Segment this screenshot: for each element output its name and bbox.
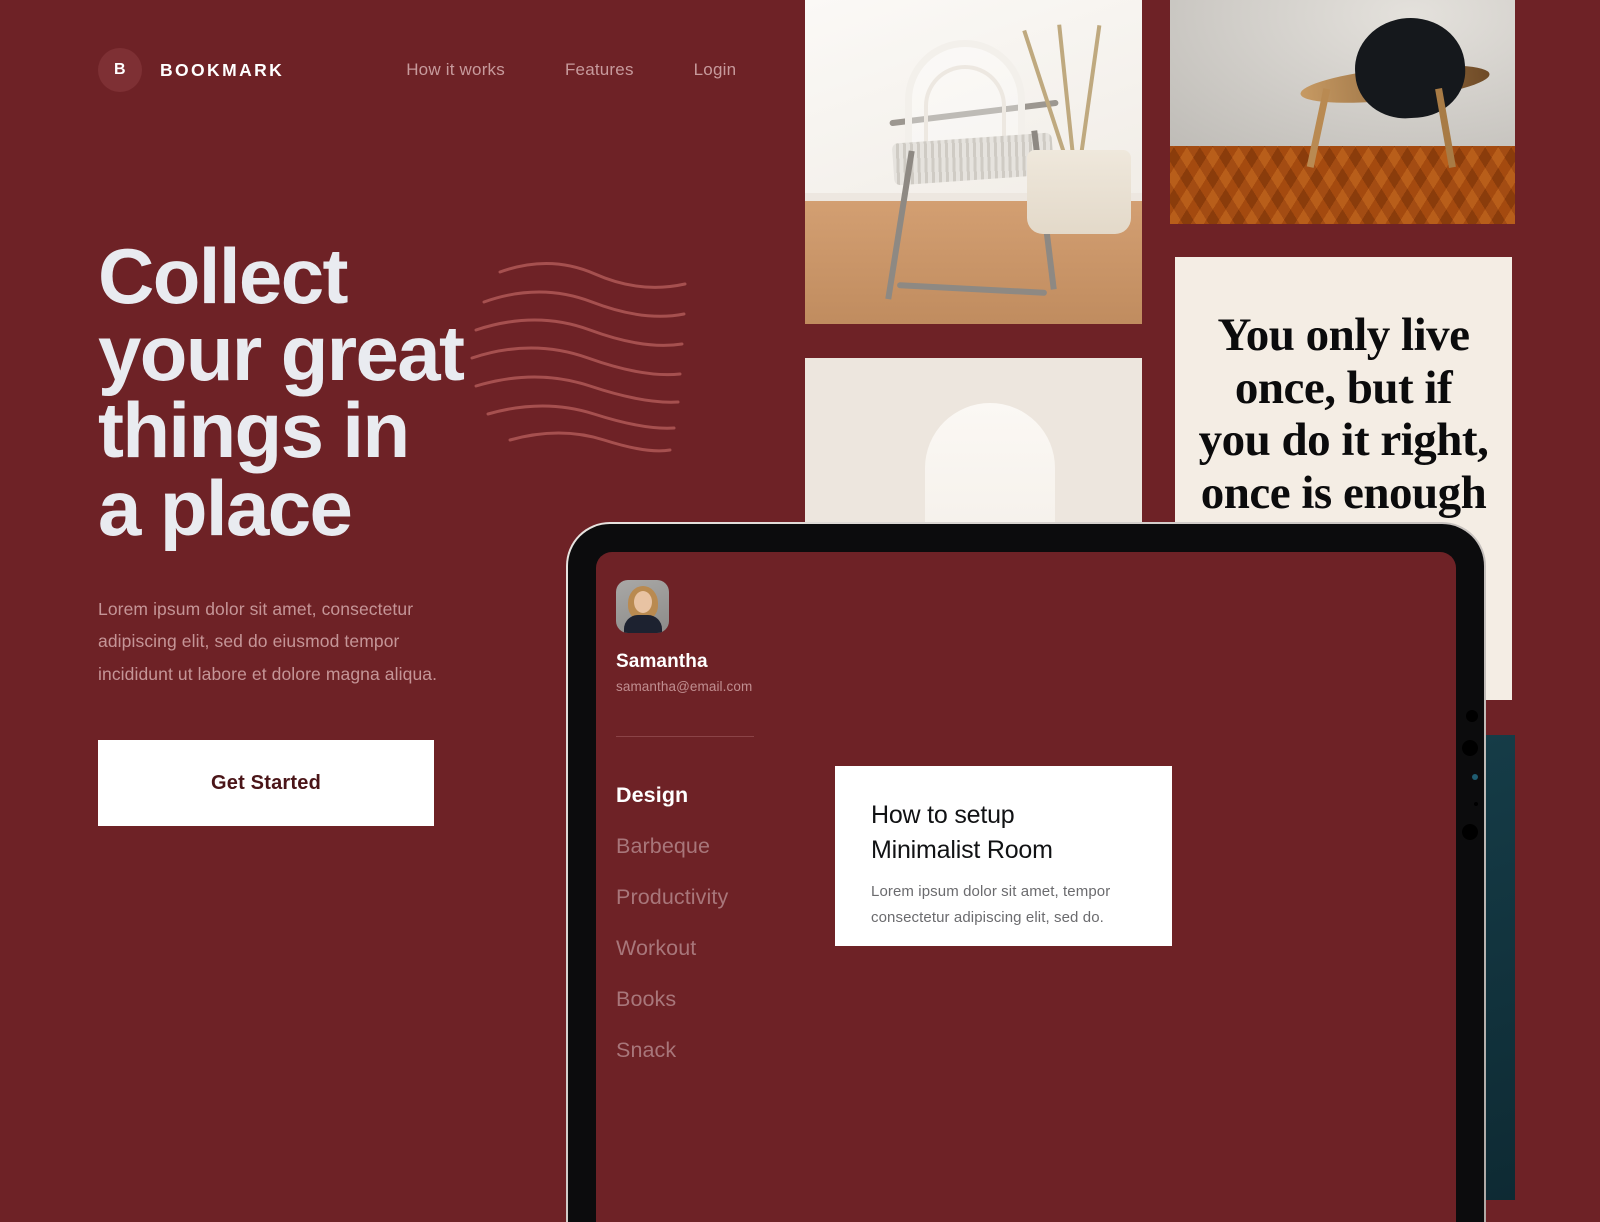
user-name: Samantha xyxy=(616,651,708,672)
gallery-image-black-shell-chair[interactable] xyxy=(1170,0,1515,224)
tablet-sensor-icon xyxy=(1462,740,1478,756)
logo-badge-icon: B xyxy=(98,48,142,92)
article-card[interactable]: How to setup Minimalist Room Lorem ipsum… xyxy=(835,766,1172,946)
article-description: Lorem ipsum dolor sit amet, tempor conse… xyxy=(871,883,1111,926)
nav-links: How it works Features Login xyxy=(406,60,736,80)
top-navigation: B BOOKMARK How it works Features Login xyxy=(0,0,800,140)
hero-section: Collect your great things in a place Lor… xyxy=(98,232,618,826)
tablet-led-icon xyxy=(1472,774,1478,780)
avatar-face xyxy=(634,591,652,613)
gallery-image-white-rattan-chair[interactable] xyxy=(805,0,1142,324)
hero-headline: Collect your great things in a place xyxy=(98,232,465,552)
sidebar-item-workout[interactable]: Workout xyxy=(616,936,778,961)
sidebar-item-barbeque[interactable]: Barbeque xyxy=(616,834,778,859)
article-title: How to setup Minimalist Room xyxy=(871,801,1053,864)
quote-text: You only live once, but if you do it rig… xyxy=(1198,309,1489,519)
nav-link-login[interactable]: Login xyxy=(694,60,737,80)
avatar-body xyxy=(624,615,662,633)
sidebar-menu: Design Barbeque Productivity Workout Boo… xyxy=(616,783,778,1063)
sidebar-item-design[interactable]: Design xyxy=(616,783,778,808)
sidebar-item-books[interactable]: Books xyxy=(616,987,778,1012)
app-sidebar: Samantha samantha@email.com Design Barbe… xyxy=(596,552,778,1222)
brand-name: BOOKMARK xyxy=(160,59,285,80)
avatar[interactable] xyxy=(616,580,669,633)
tablet-camera-icon xyxy=(1466,710,1478,722)
photo-herringbone-floor xyxy=(1170,145,1515,224)
hero-subcopy: Lorem ipsum dolor sit amet, consectetur … xyxy=(98,598,438,684)
tablet-speaker-icon xyxy=(1462,824,1478,840)
user-email: samantha@email.com xyxy=(616,679,753,694)
tablet-mockup: Samantha samantha@email.com Design Barbe… xyxy=(566,522,1486,1222)
bookmark-app: Samantha samantha@email.com Design Barbe… xyxy=(596,552,1456,1222)
sidebar-divider xyxy=(616,736,754,737)
nav-link-how-it-works[interactable]: How it works xyxy=(406,60,505,80)
get-started-button[interactable]: Get Started xyxy=(98,740,434,826)
woven-basket xyxy=(1027,150,1131,234)
sidebar-item-snack[interactable]: Snack xyxy=(616,1038,778,1063)
app-main: How to setup Minimalist Room Lorem ipsum… xyxy=(778,552,1456,1222)
nav-link-features[interactable]: Features xyxy=(565,60,634,80)
brand-logo[interactable]: B BOOKMARK xyxy=(98,48,284,92)
tablet-mic-icon xyxy=(1474,802,1478,806)
sidebar-item-productivity[interactable]: Productivity xyxy=(616,885,778,910)
tablet-screen: Samantha samantha@email.com Design Barbe… xyxy=(596,552,1456,1222)
